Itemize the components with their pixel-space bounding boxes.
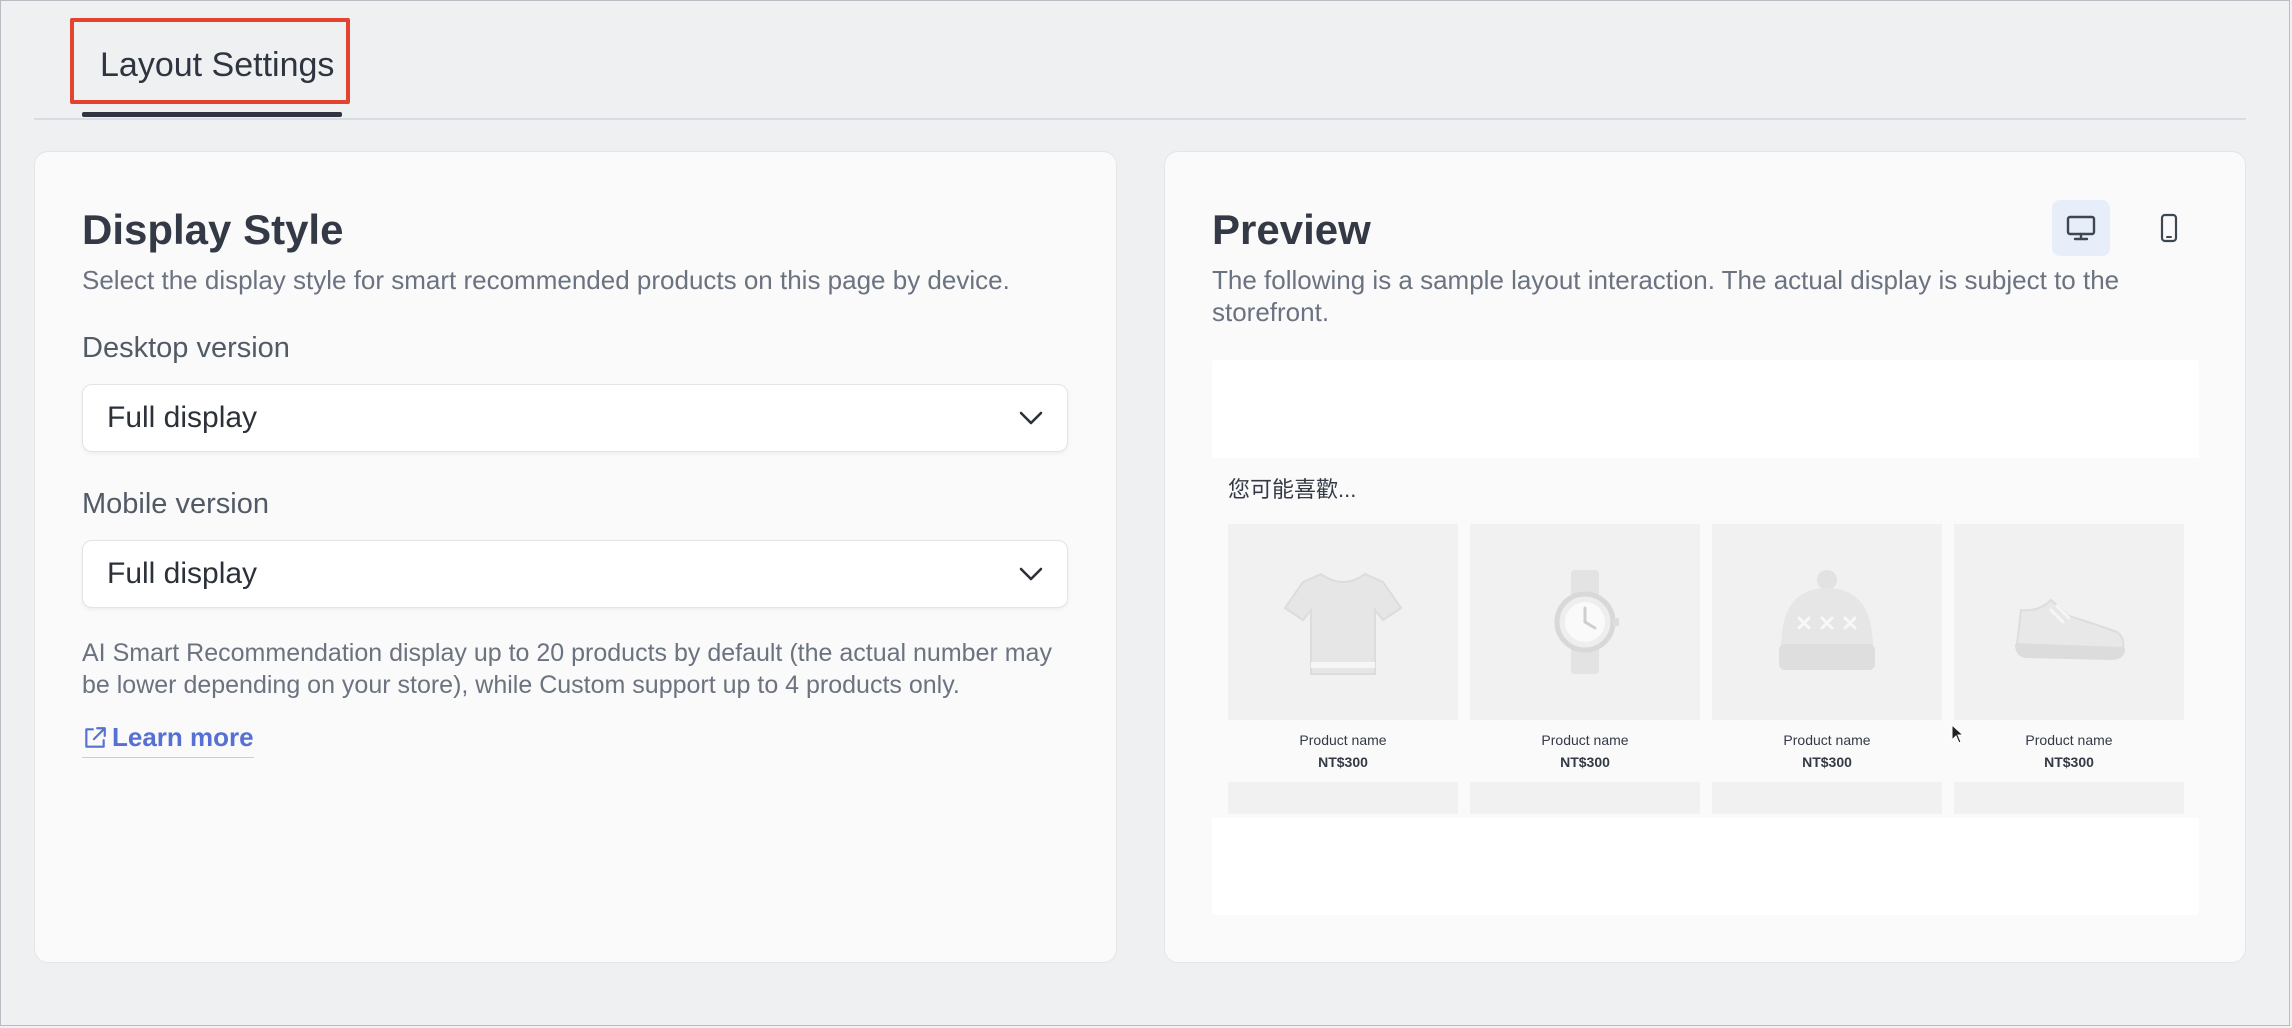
watch-icon [1554,570,1619,674]
product-price: NT$300 [1560,754,1610,770]
product-price: NT$300 [1318,754,1368,770]
desktop-version-value: Full display [107,401,258,434]
product-placeholder [1712,782,1942,814]
active-tab-indicator [82,112,342,117]
preview-subtitle: The following is a sample layout interac… [1212,265,2120,327]
desktop-icon [2066,215,2096,241]
product-name: Product name [1783,732,1871,748]
product-name: Product name [1541,732,1629,748]
product-card: Product name NT$300 [1954,524,2184,778]
learn-more-label: Learn more [112,722,254,752]
beanie-icon [1779,570,1875,670]
desktop-version-select[interactable]: Full display [82,384,1068,452]
desktop-preview-button[interactable] [2052,200,2110,256]
product-name: Product name [1299,732,1387,748]
display-style-card: Display Style Select the display style f… [34,151,1117,963]
desktop-version-label: Desktop version [82,332,290,364]
tshirt-icon [1283,572,1403,675]
product-placeholder [1954,782,2184,814]
preview-canvas: 您可能喜歡... Product name NT$300 Product nam… [1212,360,2199,915]
product-placeholder [1228,782,1458,814]
learn-more-link[interactable]: Learn more [82,722,254,758]
highlight-box [70,18,350,104]
display-style-title: Display Style [82,206,344,253]
product-image [1954,524,2184,720]
mobile-version-value: Full display [107,557,258,590]
recommendation-note: AI Smart Recommendation display up to 20… [82,639,1052,699]
recommendation-heading: 您可能喜歡... [1228,477,1357,502]
product-price: NT$300 [2044,754,2094,770]
product-name: Product name [2025,732,2113,748]
product-placeholder [1470,782,1700,814]
chevron-down-icon [1019,567,1043,581]
preview-title: Preview [1212,206,1371,253]
mouse-cursor-icon [1951,724,1965,744]
product-card: Product name NT$300 [1228,524,1458,778]
recommendation-section: 您可能喜歡... Product name NT$300 Product nam… [1212,458,2199,818]
product-card: Product name NT$300 [1712,524,1942,778]
preview-card: Preview The following is a sample layout… [1164,151,2246,963]
mobile-version-label: Mobile version [82,488,269,520]
chevron-down-icon [1019,411,1043,425]
product-price: NT$300 [1802,754,1852,770]
mobile-version-select[interactable]: Full display [82,540,1068,608]
external-link-icon [85,726,106,748]
display-style-subtitle: Select the display style for smart recom… [82,265,1010,295]
mobile-preview-button[interactable] [2140,200,2198,256]
product-image [1470,524,1700,720]
mobile-icon [2160,213,2178,243]
product-card: Product name NT$300 [1470,524,1700,778]
sneaker-icon [2015,598,2125,660]
product-image [1712,524,1942,720]
tab-bar: Layout Settings [34,0,2246,120]
product-image [1228,524,1458,720]
